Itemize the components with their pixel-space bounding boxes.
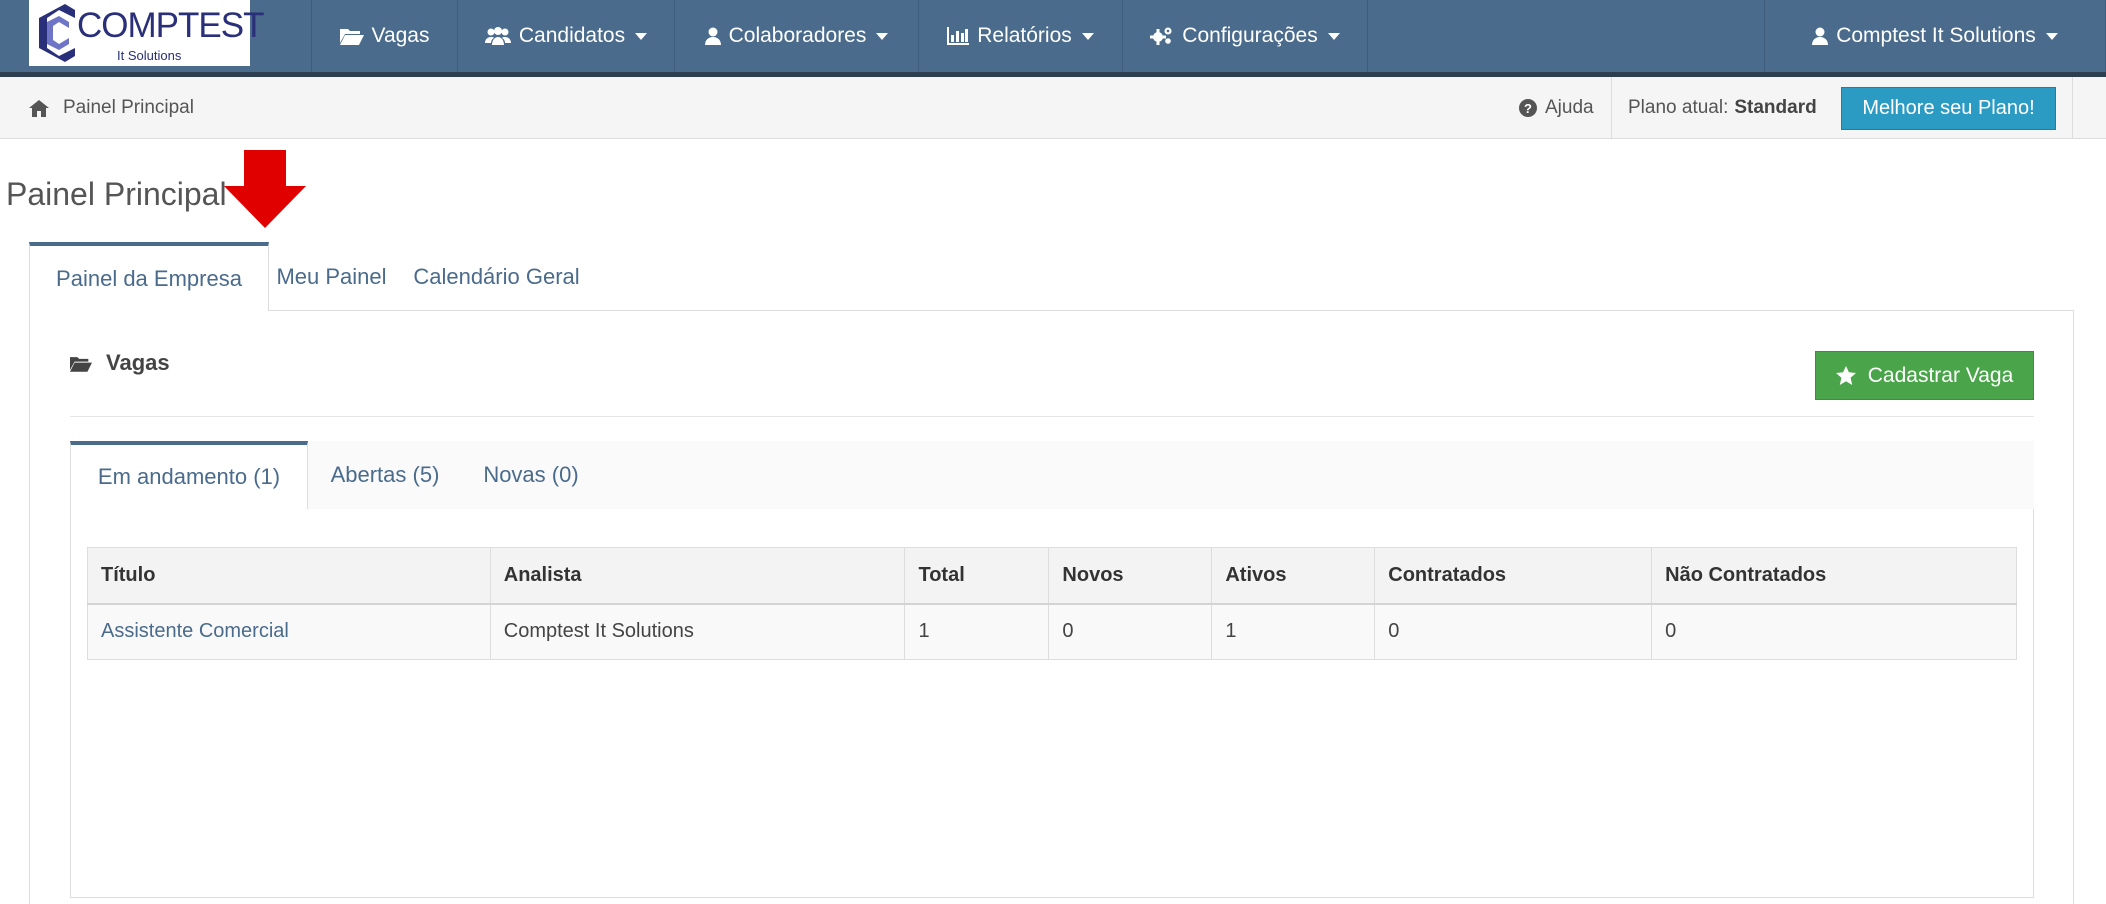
table-cell: 0 <box>1651 603 2017 660</box>
nav-vagas[interactable]: Vagas <box>311 0 457 72</box>
bar-chart-icon <box>947 27 970 45</box>
user-icon <box>704 27 721 45</box>
job-title-link[interactable]: Assistente Comercial <box>101 620 289 642</box>
arrow-down-icon <box>224 150 306 228</box>
chevron-down-icon <box>1081 32 1094 40</box>
nav-configuracoes-label: Configurações <box>1182 24 1318 47</box>
nav-colaboradores-label: Colaboradores <box>728 24 867 47</box>
current-plan: Plano atual: Standard <box>1628 77 1817 139</box>
table-cell: 1 <box>1211 603 1376 660</box>
upgrade-plan-button[interactable]: Melhore seu Plano! <box>1841 87 2056 130</box>
add-job-label: Cadastrar Vaga <box>1867 363 2014 387</box>
divider <box>1611 77 1612 139</box>
chevron-down-icon <box>635 32 648 40</box>
question-circle-icon: ? <box>1519 99 1537 117</box>
tab-painel-empresa[interactable]: Painel da Empresa <box>29 242 269 311</box>
logo-mark-icon <box>39 4 75 62</box>
add-job-button[interactable]: Cadastrar Vaga <box>1815 351 2034 400</box>
account-label: Comptest It Solutions <box>1836 24 2036 47</box>
section-vagas-header: Vagas <box>70 350 170 376</box>
help-label: Ajuda <box>1545 97 1594 118</box>
plan-prefix: Plano atual: <box>1628 97 1729 118</box>
company-logo[interactable]: COMPTEST It Solutions <box>29 0 264 66</box>
table-header-row: Título Analista Total Novos Ativos Contr… <box>87 547 2017 605</box>
breadcrumb-bar: Painel Principal ? Ajuda Plano atual: St… <box>0 77 2106 139</box>
chevron-down-icon <box>2045 32 2058 40</box>
column-header[interactable]: Total <box>904 547 1050 605</box>
column-header[interactable]: Não Contratados <box>1651 547 2017 605</box>
tab-abertas[interactable]: Abertas (5) <box>308 441 462 509</box>
folder-open-icon <box>70 356 92 372</box>
column-header[interactable]: Contratados <box>1374 547 1653 605</box>
top-navbar: COMPTEST It Solutions Vagas Candidatos C… <box>0 0 2106 77</box>
cogs-icon <box>1150 27 1172 45</box>
svg-text:?: ? <box>1524 101 1532 116</box>
nav-relatorios[interactable]: Relatórios <box>918 0 1122 72</box>
column-header[interactable]: Ativos <box>1211 547 1376 605</box>
jobs-table: Título Analista Total Novos Ativos Contr… <box>87 547 2017 660</box>
table-cell: 0 <box>1374 603 1653 660</box>
table-cell: 1 <box>904 603 1050 660</box>
chevron-down-icon <box>876 32 889 40</box>
column-header[interactable]: Título <box>87 547 491 605</box>
table-cell: Assistente Comercial <box>87 603 491 660</box>
divider <box>2072 77 2073 139</box>
nav-candidatos[interactable]: Candidatos <box>457 0 674 72</box>
tab-calendario-geral[interactable]: Calendário Geral <box>394 242 599 311</box>
logo-title: COMPTEST <box>77 6 264 45</box>
tab-novas[interactable]: Novas (0) <box>462 441 600 509</box>
table-row: Assistente Comercial Comptest It Solutio… <box>87 603 2017 660</box>
dashboard-tabs: Painel da Empresa Meu Painel Calendário … <box>29 242 2074 311</box>
home-icon <box>29 99 49 117</box>
nav-colaboradores[interactable]: Colaboradores <box>674 0 918 72</box>
column-header[interactable]: Analista <box>489 547 906 605</box>
help-link[interactable]: ? Ajuda <box>1519 77 1594 139</box>
folder-open-icon <box>339 29 364 45</box>
breadcrumb-label: Painel Principal <box>63 97 194 118</box>
users-icon <box>484 27 511 45</box>
nav-configuracoes[interactable]: Configurações <box>1122 0 1368 72</box>
jobs-tabs: Em andamento (1) Abertas (5) Novas (0) <box>70 441 2034 509</box>
logo-subtitle: It Solutions <box>117 48 182 63</box>
divider <box>70 416 2034 417</box>
user-icon <box>1812 27 1829 45</box>
table-cell: 0 <box>1048 603 1213 660</box>
nav-relatorios-label: Relatórios <box>977 24 1072 47</box>
star-icon <box>1835 366 1856 385</box>
tab-meu-painel[interactable]: Meu Painel <box>269 242 394 311</box>
page-title: Painel Principal <box>6 176 227 212</box>
plan-value: Standard <box>1734 97 1817 118</box>
chevron-down-icon <box>1327 32 1340 40</box>
nav-candidatos-label: Candidatos <box>518 24 626 47</box>
section-title: Vagas <box>106 350 170 375</box>
nav-account-menu[interactable]: Comptest It Solutions <box>1764 0 2106 72</box>
table-cell: Comptest It Solutions <box>489 603 906 660</box>
breadcrumb[interactable]: Painel Principal <box>29 77 194 139</box>
column-header[interactable]: Novos <box>1048 547 1213 605</box>
tab-em-andamento[interactable]: Em andamento (1) <box>70 441 308 509</box>
nav-vagas-label: Vagas <box>371 24 430 47</box>
